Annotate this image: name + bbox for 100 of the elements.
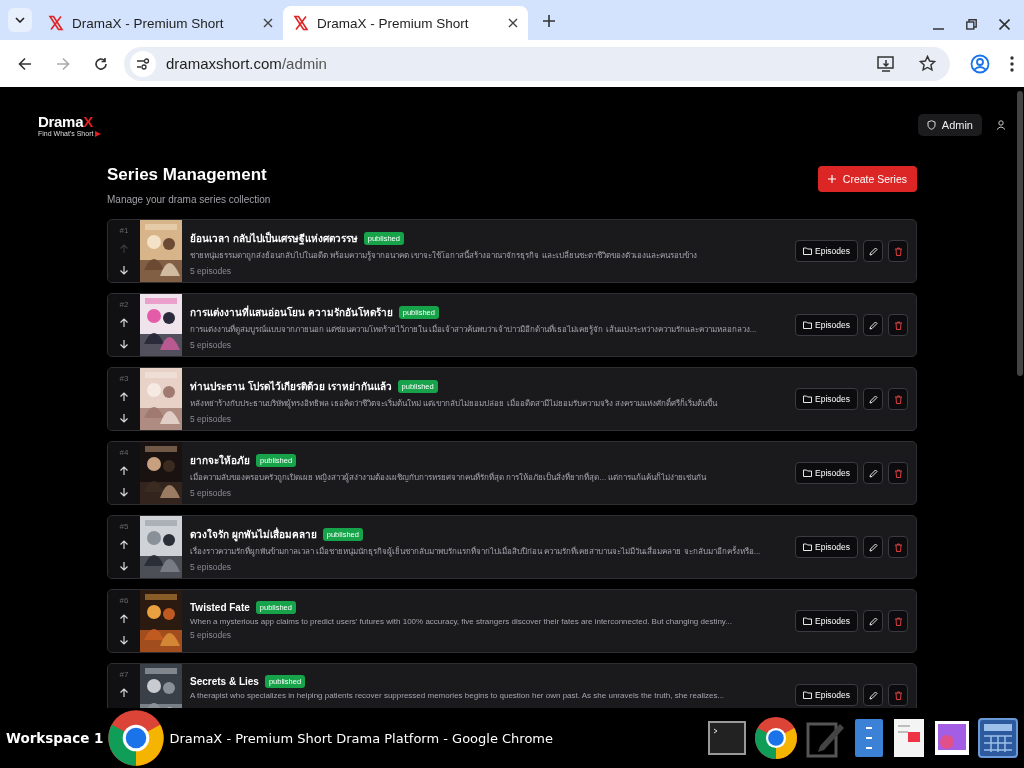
delete-button[interactable] xyxy=(888,462,908,484)
folder-icon xyxy=(803,469,813,477)
up-arrow-icon xyxy=(119,318,129,328)
profile-icon[interactable] xyxy=(970,53,990,74)
window-title[interactable]: DramaX - Premium Short Drama Platform - Google Chrome xyxy=(169,730,554,746)
series-title: การแต่งงานที่แสนอ่อนโยน ความรักอันโหดร้าย xyxy=(190,305,393,320)
rank-number: #1 xyxy=(119,226,129,235)
episodes-button[interactable]: Episodes xyxy=(795,536,858,558)
move-down-button[interactable] xyxy=(117,559,131,573)
delete-button[interactable] xyxy=(888,610,908,632)
edit-button[interactable] xyxy=(863,684,883,706)
restore-icon[interactable] xyxy=(966,19,977,30)
trash-icon xyxy=(893,690,903,700)
plus-icon xyxy=(827,175,836,183)
tab-title: DramaX - Premium Short xyxy=(317,15,470,31)
edit-button[interactable] xyxy=(863,314,883,336)
scrollbar[interactable] xyxy=(1017,91,1023,376)
bookmark-star-icon[interactable] xyxy=(919,55,936,72)
pencil-icon xyxy=(868,394,878,404)
rank-number: #7 xyxy=(119,670,129,679)
menu-icon[interactable] xyxy=(1010,55,1014,72)
calculator-icon[interactable] xyxy=(978,718,1018,758)
edit-button[interactable] xyxy=(863,388,883,410)
tab-search-button[interactable] xyxy=(8,8,32,32)
edit-button[interactable] xyxy=(863,240,883,262)
episodes-button[interactable]: Episodes xyxy=(795,240,858,262)
browser-tab[interactable]: DramaX - Premium Short xyxy=(38,6,283,40)
caret-icon xyxy=(15,17,25,23)
trash-icon xyxy=(893,616,903,626)
move-down-button[interactable] xyxy=(117,411,131,425)
trash-icon xyxy=(893,246,903,256)
episodes-button[interactable]: Episodes xyxy=(795,610,858,632)
trash-icon xyxy=(893,468,903,478)
pencil-icon xyxy=(868,320,878,330)
rank-number: #6 xyxy=(119,596,129,605)
pencil-icon xyxy=(868,246,878,256)
episode-count: 5 episodes xyxy=(190,414,233,424)
image-viewer-icon[interactable] xyxy=(934,720,970,756)
series-description: When a mysterious app claims to predict users' futures with 100% accuracy, five strangers discover their fates are interconnected. But changing destiny... xyxy=(190,617,733,626)
down-arrow-icon xyxy=(119,339,129,349)
install-icon[interactable] xyxy=(877,55,895,72)
delete-button[interactable] xyxy=(888,388,908,410)
x-logo-icon xyxy=(293,15,309,31)
edit-button[interactable] xyxy=(863,610,883,632)
episode-count: 5 episodes xyxy=(190,562,233,572)
admin-badge[interactable]: Admin xyxy=(917,114,982,136)
new-tab-icon[interactable] xyxy=(542,14,556,28)
user-icon[interactable] xyxy=(996,120,1006,130)
up-arrow-icon xyxy=(119,688,129,698)
up-arrow-icon xyxy=(119,466,129,476)
move-down-button[interactable] xyxy=(117,337,131,351)
up-arrow-icon xyxy=(119,392,129,402)
move-down-button[interactable] xyxy=(117,633,131,647)
move-down-button[interactable] xyxy=(117,263,131,277)
down-arrow-icon xyxy=(119,561,129,571)
up-arrow-icon xyxy=(119,540,129,550)
delete-button[interactable] xyxy=(888,684,908,706)
series-title: ย้อนเวลา กลับไปเป็นเศรษฐีแห่งศตวรรษ xyxy=(190,231,358,246)
chrome-icon[interactable] xyxy=(107,709,166,767)
trash-icon xyxy=(893,320,903,330)
pencil-icon xyxy=(868,468,878,478)
workspace-label[interactable]: Workspace 1 xyxy=(6,730,104,746)
terminal-icon[interactable] xyxy=(708,721,746,755)
episodes-button[interactable]: Episodes xyxy=(795,684,858,706)
down-arrow-icon xyxy=(119,487,129,497)
page-title: Series Management xyxy=(107,165,268,185)
pencil-icon xyxy=(868,690,878,700)
series-title: Secrets & Lies xyxy=(190,676,259,687)
series-description: เรื่องราวความรักที่ผูกพันข้ามกาลเวลา เมื่อชายหนุ่มนักธุรกิจผู้เย็นชากลับมาพบรักแรกที่จากไปเมื่อสิบปีก่อน ความรักที่เคยสาบานจะไม่มีวันเสื่อมคลาย จะกลับมาอีกครั้งหรือ... xyxy=(190,545,762,558)
episodes-button[interactable]: Episodes xyxy=(795,462,858,484)
folder-icon xyxy=(803,543,813,551)
address-bar[interactable]: dramaxshort.com/admin xyxy=(124,46,950,81)
move-down-button[interactable] xyxy=(117,485,131,499)
site-settings-icon[interactable] xyxy=(136,57,150,70)
delete-button[interactable] xyxy=(888,240,908,262)
document-viewer-icon[interactable] xyxy=(892,718,926,758)
up-arrow-icon xyxy=(119,244,129,254)
series-title: Twisted Fate xyxy=(190,602,250,613)
browser-tab[interactable]: DramaX - Premium Short xyxy=(283,6,528,40)
file-cabinet-icon[interactable] xyxy=(854,718,884,758)
tab-title: DramaX - Premium Short xyxy=(72,15,225,31)
trash-icon xyxy=(893,542,903,552)
delete-button[interactable] xyxy=(888,314,908,336)
series-description: ชายหนุ่มธรรมดาถูกส่งย้อนกลับไปในอดีต พร้อมความรู้จากอนาคต เขาจะใช้โอกาสนี้สร้างอาณาจักรธุรกิจ และเปลี่ยนชะตาชีวิตของตัวเองและคนรอบข้าง xyxy=(190,249,698,262)
close-icon[interactable] xyxy=(508,18,518,28)
close-icon[interactable] xyxy=(263,18,273,28)
edit-button[interactable] xyxy=(863,462,883,484)
up-arrow-icon xyxy=(119,614,129,624)
chrome-icon[interactable] xyxy=(754,716,798,760)
rank-number: #4 xyxy=(119,448,129,457)
episode-count: 5 episodes xyxy=(190,340,233,350)
edit-button[interactable] xyxy=(863,536,883,558)
rank-number: #3 xyxy=(119,374,129,383)
pencil-icon xyxy=(868,616,878,626)
episodes-button[interactable]: Episodes xyxy=(795,388,858,410)
create-series-button[interactable]: Create Series xyxy=(817,166,917,192)
reload-icon xyxy=(94,56,108,71)
episodes-button[interactable]: Episodes xyxy=(795,314,858,336)
delete-button[interactable] xyxy=(888,536,908,558)
close-icon[interactable] xyxy=(999,19,1010,30)
